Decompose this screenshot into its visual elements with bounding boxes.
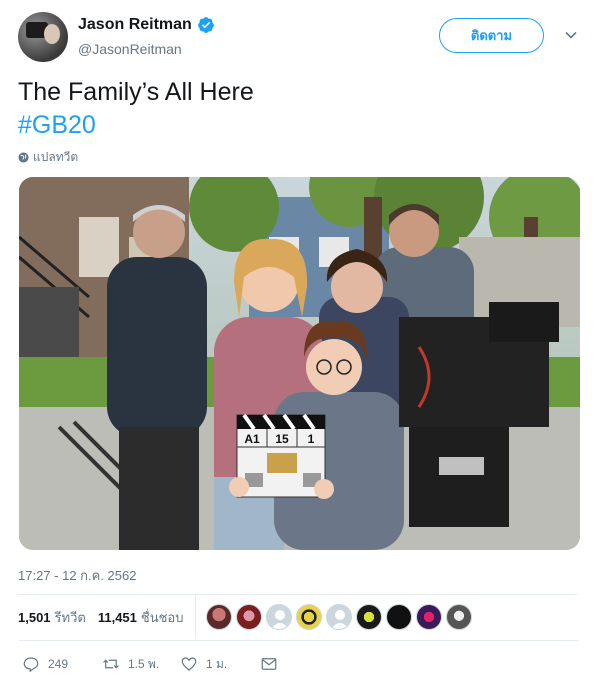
retweets-stat[interactable]: 1,501 รีทวีต xyxy=(18,607,86,628)
retweet-icon xyxy=(103,659,119,669)
liker-avatar[interactable] xyxy=(326,604,353,630)
liker-avatar[interactable] xyxy=(296,604,323,630)
likes-stat[interactable]: 11,451 ชื่นชอบ xyxy=(98,607,184,628)
direct-message-button[interactable] xyxy=(260,655,290,673)
translate-tweet[interactable]: แปลทวีต xyxy=(18,148,78,167)
stats-separator xyxy=(195,595,197,639)
likes-count: 11,451 xyxy=(97,609,137,625)
chevron-down-icon[interactable] xyxy=(564,28,578,42)
tweet-timestamp[interactable]: 17:27 - 12 ก.ค. 2562 xyxy=(18,565,136,586)
author-handle[interactable]: @JasonReitman xyxy=(78,41,182,57)
photo-illustration: A1 15 1 xyxy=(19,177,580,550)
engagement-stats: 1,501 รีทวีต 11,451 ชื่นชอบ xyxy=(18,595,578,639)
verified-badge-icon xyxy=(197,17,214,33)
default-avatar-icon xyxy=(331,610,350,629)
reply-button[interactable]: 249 xyxy=(22,655,102,673)
clapperboard: A1 15 1 xyxy=(236,413,326,498)
like-count: 1 ม. xyxy=(206,656,228,671)
hashtag-link[interactable]: #GB20 xyxy=(18,109,96,141)
liker-avatar[interactable] xyxy=(446,604,473,630)
reply-icon xyxy=(23,657,39,673)
tweet-photo[interactable]: A1 15 1 xyxy=(19,177,580,550)
author-display-name[interactable]: Jason Reitman xyxy=(78,16,192,34)
divider xyxy=(18,640,578,641)
follow-button[interactable]: ติดตาม xyxy=(439,18,544,53)
liker-avatar[interactable] xyxy=(236,604,263,630)
translate-label: แปลทวีต xyxy=(33,150,79,164)
heart-icon xyxy=(181,657,197,671)
retweets-count: 1,501 xyxy=(18,609,51,625)
tweet-text: The Family’s All Here xyxy=(18,78,254,106)
retweets-label: รีทวีต xyxy=(54,609,86,625)
author-name-row: Jason Reitman xyxy=(78,16,215,34)
globe-icon xyxy=(18,152,29,163)
avatar-face xyxy=(44,24,60,44)
retweet-button[interactable]: 1.5 พ. xyxy=(102,655,192,674)
likes-label: ชื่นชอบ xyxy=(140,609,184,625)
reply-count: 249 xyxy=(48,657,69,671)
clapper-scene: A1 xyxy=(244,432,260,446)
liker-avatar[interactable] xyxy=(386,604,413,630)
like-button[interactable]: 1 ม. xyxy=(180,655,260,674)
clapper-take-shot: 15 xyxy=(275,432,289,446)
tweet-header: Jason Reitman @JasonReitman ติดตาม xyxy=(18,12,582,64)
liker-avatar[interactable] xyxy=(416,604,443,630)
liker-avatar[interactable] xyxy=(206,604,233,630)
liker-avatar[interactable] xyxy=(356,604,383,630)
envelope-icon xyxy=(261,658,277,670)
clapper-take: 1 xyxy=(308,432,315,446)
author-avatar[interactable] xyxy=(18,12,68,62)
default-avatar-icon xyxy=(271,610,290,629)
retweet-count: 1.5 พ. xyxy=(128,656,160,671)
likers-avatars xyxy=(206,604,473,630)
liker-avatar[interactable] xyxy=(266,604,293,630)
